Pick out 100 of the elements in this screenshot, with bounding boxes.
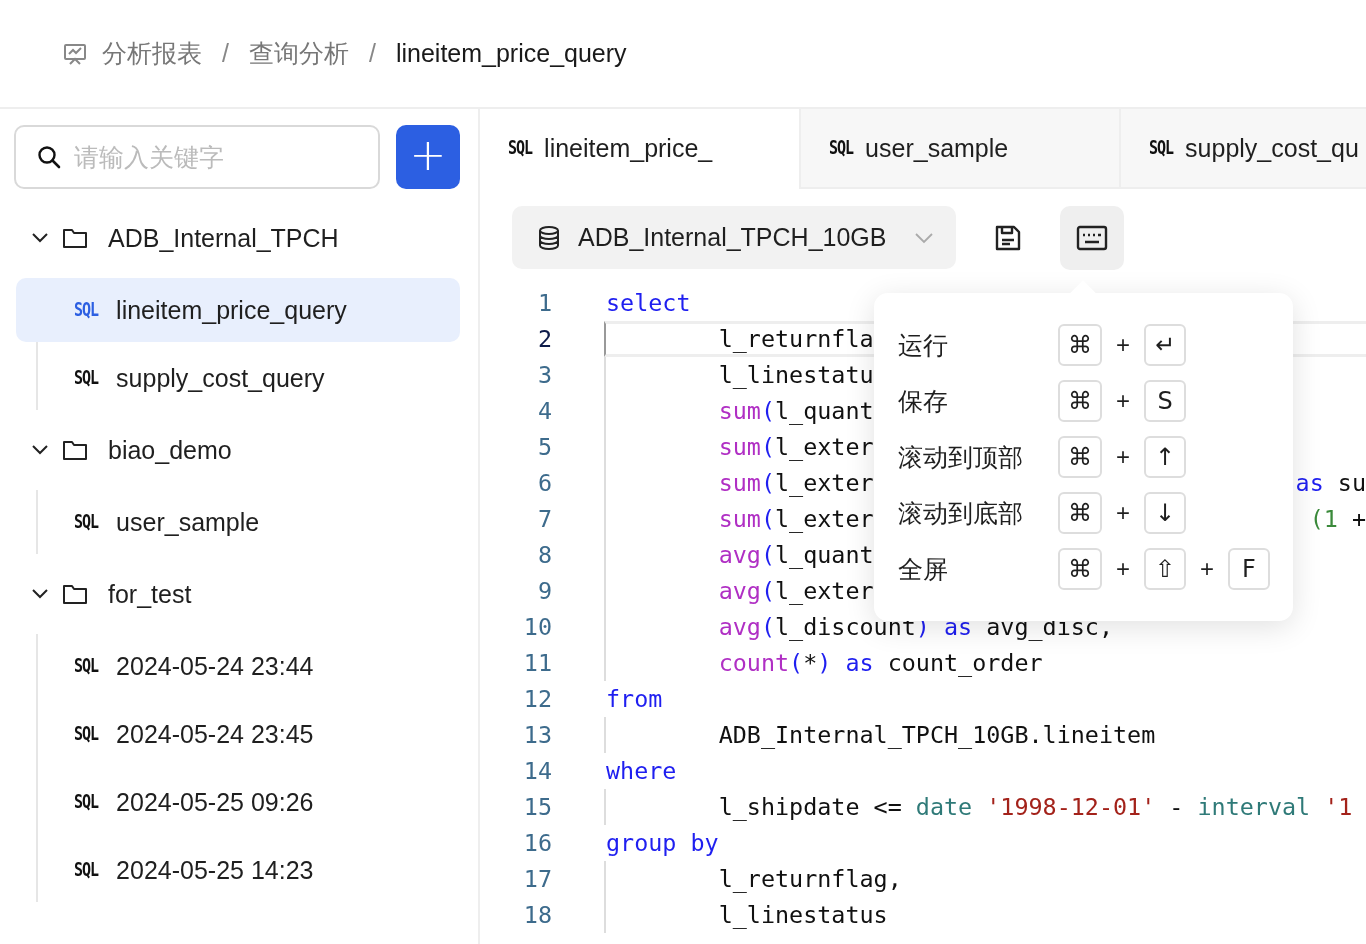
sql-label: SQL bbox=[1149, 136, 1174, 160]
line-number: 4 bbox=[536, 397, 552, 425]
tab-label: user_sample bbox=[865, 133, 1009, 163]
code-line: sum(l_exter bbox=[717, 469, 874, 497]
plus-sign: + bbox=[1115, 331, 1131, 359]
code-line: sum(l_exter bbox=[717, 505, 874, 533]
query-item[interactable]: SQL 2024-05-24 23:45 bbox=[16, 702, 460, 766]
shortcut-label: 运行 bbox=[898, 329, 949, 361]
sql-label: SQL bbox=[74, 366, 99, 390]
code-line: l_shipdate <= date '1998-12-01' - interval '1 bbox=[717, 793, 1353, 821]
query-name: 2024-05-25 14:23 bbox=[116, 855, 314, 885]
line-number: 17 bbox=[522, 865, 552, 893]
query-name: supply_cost_query bbox=[116, 363, 325, 393]
chevron-down-icon bbox=[914, 231, 934, 244]
line-number: 11 bbox=[522, 649, 552, 677]
code-line: sum(l_quant bbox=[717, 397, 874, 425]
key-cap: ⌘ bbox=[1058, 380, 1102, 422]
code-line: from bbox=[606, 685, 663, 713]
sql-label: SQL bbox=[74, 510, 99, 534]
line-number: 5 bbox=[536, 433, 552, 461]
folder-item[interactable]: ADB_Internal_TPCH bbox=[14, 202, 460, 274]
query-name: 2024-05-25 09:26 bbox=[116, 787, 314, 817]
line-number: 12 bbox=[522, 685, 552, 713]
folder-item[interactable]: for_test bbox=[14, 558, 460, 630]
code-line: sum(l_exter bbox=[717, 433, 874, 461]
breadcrumb-current: lineitem_price_query bbox=[395, 39, 627, 68]
line-number: 7 bbox=[536, 505, 552, 533]
line-number: 18 bbox=[522, 901, 552, 929]
code-line: select bbox=[606, 289, 691, 317]
query-item[interactable]: SQL user_sample bbox=[16, 490, 460, 554]
code-line: avg(l_quant bbox=[717, 541, 874, 569]
key-cap: ↵ bbox=[1144, 324, 1186, 366]
plus-sign: + bbox=[1199, 555, 1215, 583]
breadcrumb-separator: / bbox=[221, 39, 230, 68]
query-name: 2024-05-24 23:44 bbox=[116, 651, 314, 681]
line-number: 2 bbox=[536, 325, 552, 353]
line-number: 13 bbox=[522, 721, 552, 749]
query-item[interactable]: SQL lineitem_price_query bbox=[16, 278, 460, 342]
keyboard-button[interactable] bbox=[1060, 205, 1124, 270]
tab-label: lineitem_price_ bbox=[544, 133, 713, 163]
shortcut-label: 滚动到顶部 bbox=[898, 441, 1024, 473]
key-cap: ⌘ bbox=[1058, 436, 1102, 478]
query-item[interactable]: SQL 2024-05-24 23:44 bbox=[16, 634, 460, 698]
add-button[interactable]: + bbox=[396, 125, 460, 189]
sql-label: SQL bbox=[74, 654, 99, 678]
code-line: count(*) as count_order bbox=[717, 649, 1043, 677]
line-number: 8 bbox=[536, 541, 552, 569]
plus-sign: + bbox=[1115, 387, 1131, 415]
line-number: 14 bbox=[522, 757, 552, 785]
key-cap: S bbox=[1144, 380, 1186, 422]
folder-item[interactable]: biao_demo bbox=[14, 414, 460, 486]
line-number: 3 bbox=[536, 361, 552, 389]
code-line: l_linestatu bbox=[717, 361, 874, 389]
plus-sign: + bbox=[1115, 443, 1131, 471]
query-item[interactable]: SQL supply_cost_query bbox=[16, 346, 460, 410]
folder-icon bbox=[62, 226, 88, 250]
line-number: 1 bbox=[536, 289, 552, 317]
folder-icon bbox=[62, 438, 88, 462]
breadcrumb-separator: / bbox=[367, 39, 377, 68]
key-cap: F bbox=[1228, 548, 1270, 590]
sql-label: SQL bbox=[74, 790, 99, 814]
line-number: 15 bbox=[522, 793, 552, 821]
editor-tab[interactable]: SQL user_sample bbox=[799, 109, 1119, 189]
query-name: user_sample bbox=[116, 507, 260, 537]
code-line: avg(l_exter bbox=[717, 577, 874, 605]
key-cap: ⌘ bbox=[1058, 548, 1102, 590]
sql-label: SQL bbox=[508, 136, 533, 160]
breadcrumb-link[interactable]: 查询分析 bbox=[248, 37, 349, 70]
shortcut-label: 保存 bbox=[898, 385, 949, 417]
tab-label: supply_cost_qu bbox=[1185, 133, 1359, 163]
shortcut-label: 全屏 bbox=[898, 553, 949, 585]
line-number: 10 bbox=[522, 613, 552, 641]
database-select[interactable]: ADB_Internal_TPCH_10GB bbox=[512, 206, 956, 269]
database-icon bbox=[536, 224, 562, 251]
key-cap: ⌘ bbox=[1058, 492, 1102, 534]
breadcrumb-link[interactable]: 分析报表 bbox=[102, 37, 202, 70]
line-number: 9 bbox=[536, 577, 552, 605]
code-fragment: as su bbox=[1295, 469, 1366, 497]
line-number: 16 bbox=[522, 829, 552, 857]
sql-label: SQL bbox=[74, 298, 99, 322]
search-field[interactable]: 请输入关键字 bbox=[14, 125, 380, 189]
query-item[interactable]: SQL 2024-05-25 14:23 bbox=[16, 838, 460, 902]
query-name: 2024-05-24 23:45 bbox=[116, 719, 314, 749]
shortcut-label: 滚动到底部 bbox=[898, 497, 1024, 529]
sql-label: SQL bbox=[74, 858, 99, 882]
plus-sign: + bbox=[1115, 555, 1131, 583]
code-line: l_returnfla bbox=[717, 325, 874, 353]
database-name: ADB_Internal_TPCH_10GB bbox=[578, 223, 888, 252]
key-cap: ⇧ bbox=[1144, 548, 1186, 590]
query-name: lineitem_price_query bbox=[116, 295, 347, 325]
code-line: group by bbox=[606, 829, 719, 857]
key-cap: ⌘ bbox=[1058, 324, 1102, 366]
code-line: l_linestatus bbox=[717, 901, 888, 929]
editor-tab[interactable]: SQL supply_cost_qu bbox=[1119, 109, 1366, 189]
sql-label: SQL bbox=[829, 136, 854, 160]
query-item[interactable]: SQL 2024-05-25 09:26 bbox=[16, 770, 460, 834]
key-cap: ↓ bbox=[1144, 492, 1186, 534]
code-line: l_returnflag, bbox=[717, 865, 902, 893]
code-line: where bbox=[606, 757, 677, 785]
line-number: 6 bbox=[536, 469, 552, 497]
